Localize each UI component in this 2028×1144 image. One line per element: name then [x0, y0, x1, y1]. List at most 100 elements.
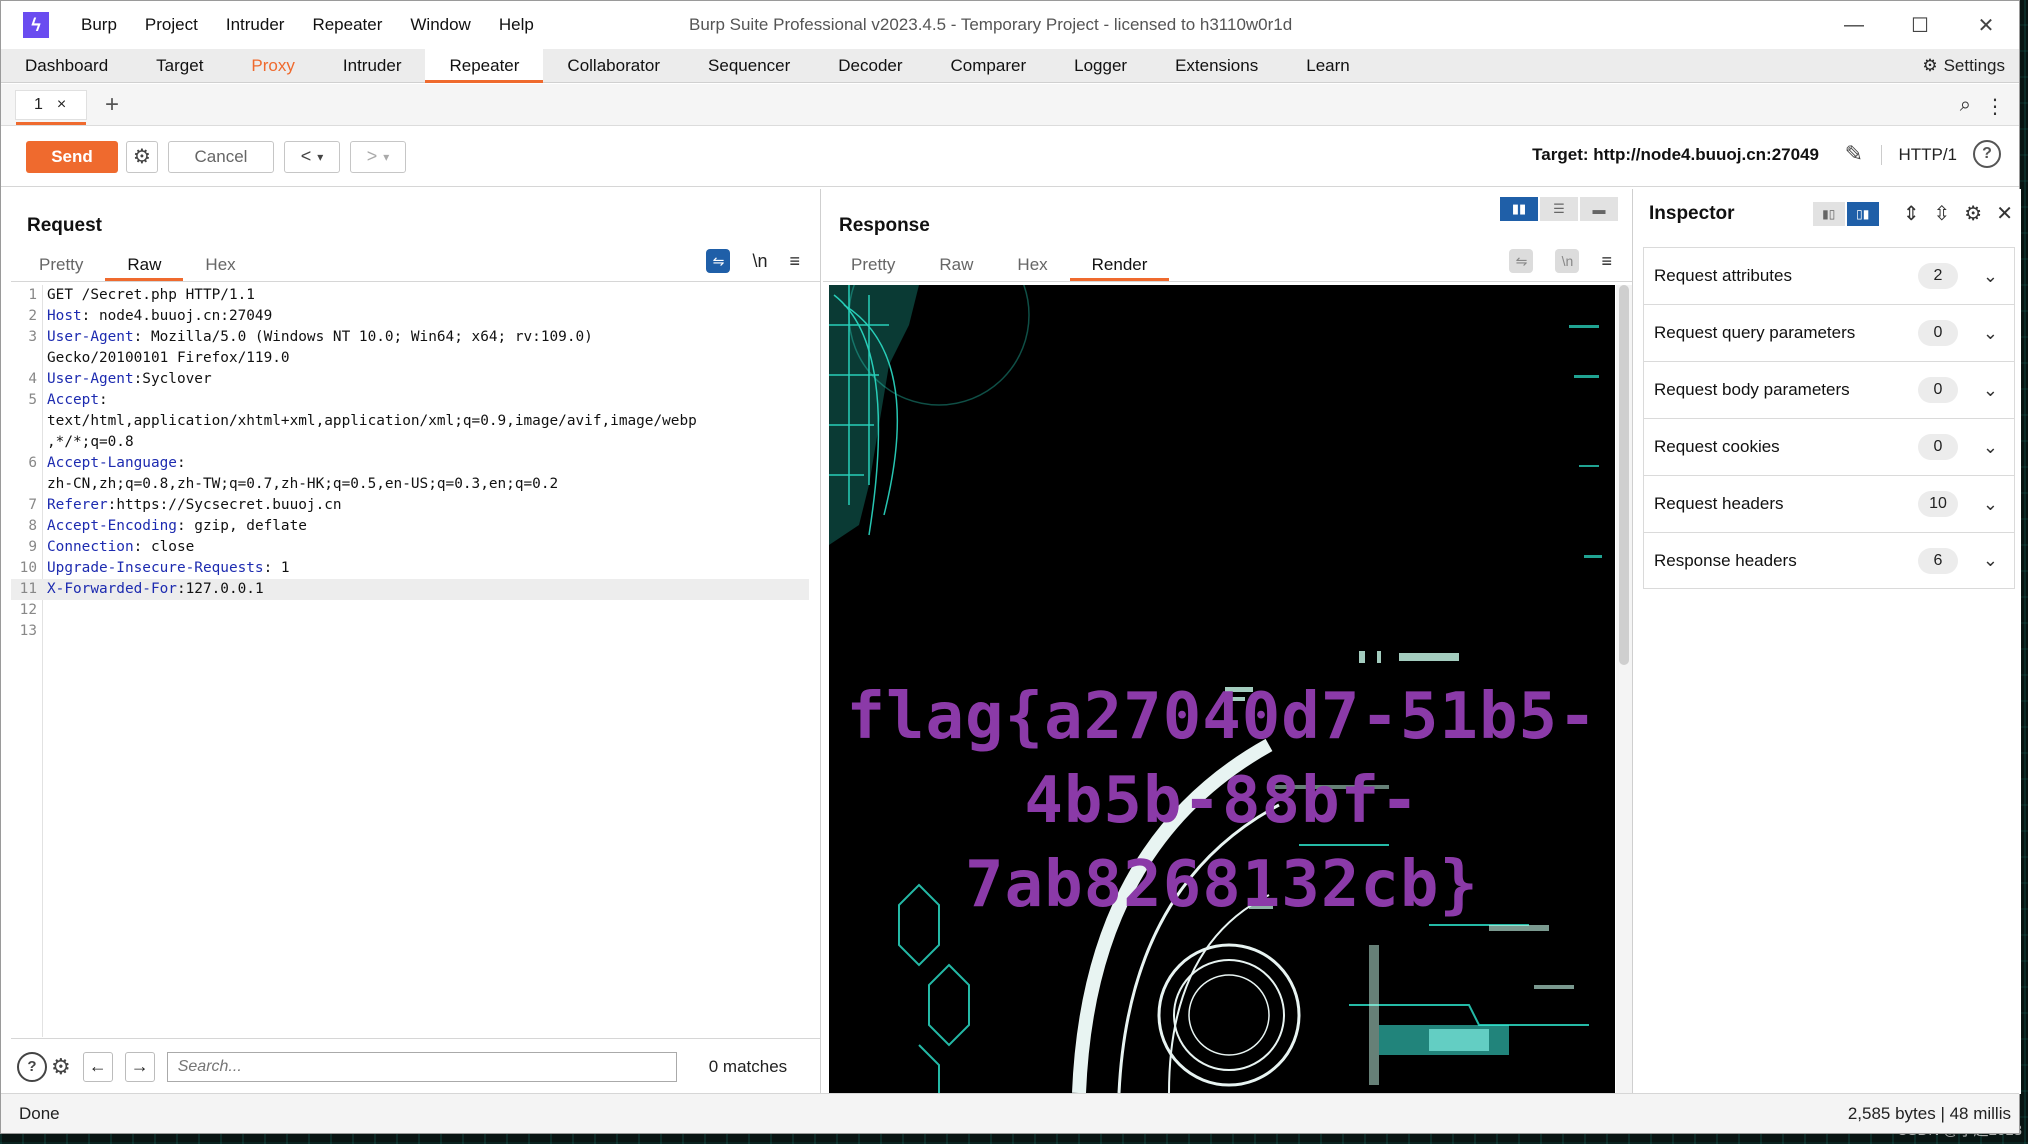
request-line[interactable]: 5 Accept: — [11, 390, 813, 411]
inspector-row-request-headers[interactable]: Request headers 10 ⌄ — [1643, 475, 2015, 532]
request-tab-hex[interactable]: Hex — [183, 251, 257, 279]
tab-sequencer[interactable]: Sequencer — [684, 49, 814, 82]
request-line[interactable]: 4 User-Agent:Syclover — [11, 369, 813, 390]
request-line[interactable]: 11 X-Forwarded-For:127.0.0.1 — [11, 579, 809, 600]
request-line[interactable]: text/html,application/xhtml+xml,applicat… — [11, 411, 813, 432]
line-content: ,*/*;q=0.8 — [47, 432, 134, 453]
help-icon[interactable]: ? — [17, 1051, 47, 1082]
request-title: Request — [27, 215, 102, 236]
inspector-row-query-parameters[interactable]: Request query parameters 0 ⌄ — [1643, 304, 2015, 361]
chevron-down-icon[interactable]: ⌄ — [1983, 550, 1998, 571]
search-icon[interactable]: ⌕ — [1960, 94, 1971, 119]
tab-proxy[interactable]: Proxy — [227, 49, 318, 82]
close-icon[interactable]: ✕ — [1996, 201, 2013, 226]
layout-stacked-icon[interactable]: ☰ — [1540, 197, 1578, 221]
back-button[interactable]: < ▾ — [284, 140, 340, 173]
minimize-button[interactable]: — — [1821, 1, 1887, 49]
request-line[interactable]: 3 User-Agent: Mozilla/5.0 (Windows NT 10.… — [11, 327, 813, 348]
response-scrollbar[interactable] — [1616, 285, 1632, 1093]
gear-icon[interactable]: ⚙ — [51, 1054, 71, 1080]
request-line[interactable]: 7 Referer:https://Sycsecret.buuoj.cn — [11, 495, 813, 516]
chevron-down-icon[interactable]: ⌄ — [1983, 380, 1998, 401]
request-tab-pretty[interactable]: Pretty — [17, 251, 105, 279]
burp-window: ϟ Burp Project Intruder Repeater Window … — [0, 0, 2021, 1134]
response-tab-pretty[interactable]: Pretty — [829, 251, 917, 279]
menu-burp[interactable]: Burp — [67, 15, 131, 35]
close-button[interactable]: ✕ — [1953, 1, 2019, 49]
more-options-icon[interactable]: ⋮ — [1985, 94, 2005, 119]
tab-target[interactable]: Target — [132, 49, 227, 82]
inspector-row-cookies[interactable]: Request cookies 0 ⌄ — [1643, 418, 2015, 475]
response-tab-render[interactable]: Render — [1069, 251, 1170, 281]
inspector-row-response-headers[interactable]: Response headers 6 ⌄ — [1643, 532, 2015, 589]
collapse-all-icon[interactable]: ⇳ — [1934, 201, 1951, 226]
request-line[interactable]: ,*/*;q=0.8 — [11, 432, 813, 453]
response-tab-hex[interactable]: Hex — [995, 251, 1069, 279]
tab-decoder[interactable]: Decoder — [814, 49, 926, 82]
header-name: Upgrade-Insecure-Requests — [47, 560, 264, 576]
help-icon[interactable]: ? — [1973, 140, 2001, 168]
http-version[interactable]: HTTP/1 — [1881, 145, 1957, 165]
layout-side-by-side-icon[interactable]: ▮▮ — [1500, 197, 1538, 221]
tab-dashboard[interactable]: Dashboard — [1, 49, 132, 82]
send-button[interactable]: Send — [26, 140, 118, 173]
next-match-button[interactable]: → — [124, 1051, 155, 1082]
layout-tabs-icon[interactable]: ▬ — [1580, 197, 1618, 221]
request-line[interactable]: Gecko/20100101 Firefox/119.0 — [11, 348, 813, 369]
menu-window[interactable]: Window — [396, 15, 484, 35]
scrollbar-thumb[interactable] — [1619, 285, 1629, 665]
line-content: Host: node4.buuoj.cn:27049 — [47, 306, 272, 327]
send-settings-button[interactable]: ⚙ — [126, 140, 158, 173]
layout-left-icon[interactable]: ▮▯ — [1812, 201, 1845, 226]
previous-match-button[interactable]: ← — [82, 1051, 113, 1082]
request-line[interactable]: 2 Host: node4.buuoj.cn:27049 — [11, 306, 813, 327]
tab-learn[interactable]: Learn — [1282, 49, 1373, 82]
wrap-lines-icon[interactable]: ⇋ — [706, 249, 731, 273]
inspector-row-request-attributes[interactable]: Request attributes 2 ⌄ — [1643, 247, 2015, 304]
menu-help[interactable]: Help — [485, 15, 548, 35]
settings-button[interactable]: ⚙ Settings — [1922, 49, 2005, 83]
add-tab-button[interactable]: + — [105, 91, 119, 119]
tab-repeater[interactable]: Repeater — [425, 49, 544, 83]
request-line[interactable]: 1 GET /Secret.php HTTP/1.1 — [11, 285, 813, 306]
repeater-tab-1[interactable]: 1 × — [15, 89, 87, 125]
tab-extensions[interactable]: Extensions — [1151, 49, 1282, 82]
request-editor[interactable]: 1 GET /Secret.php HTTP/1.1 2 Host: node4.bu… — [11, 285, 813, 1037]
menu-icon[interactable]: ≡ — [789, 251, 800, 272]
menu-repeater[interactable]: Repeater — [298, 15, 396, 35]
chevron-down-icon[interactable]: ⌄ — [1983, 266, 1998, 287]
menu-intruder[interactable]: Intruder — [212, 15, 299, 35]
tab-intruder[interactable]: Intruder — [319, 49, 426, 82]
layout-right-icon[interactable]: ▯▮ — [1846, 201, 1879, 226]
request-line[interactable]: 10 Upgrade-Insecure-Requests: 1 — [11, 558, 813, 579]
forward-button[interactable]: > ▾ — [350, 140, 406, 173]
close-tab-icon[interactable]: × — [57, 96, 66, 114]
request-line[interactable]: 8 Accept-Encoding: gzip, deflate — [11, 516, 813, 537]
tab-collaborator[interactable]: Collaborator — [543, 49, 684, 82]
search-input[interactable] — [166, 1051, 677, 1082]
inspector-row-body-parameters[interactable]: Request body parameters 0 ⌄ — [1643, 361, 2015, 418]
request-tab-raw[interactable]: Raw — [105, 251, 184, 281]
header-name: Accept — [47, 392, 99, 408]
tab-comparer[interactable]: Comparer — [927, 49, 1051, 82]
chevron-down-icon[interactable]: ⌄ — [1983, 323, 1998, 344]
expand-all-icon[interactable]: ⇕ — [1903, 201, 1920, 226]
maximize-button[interactable]: ☐ — [1887, 1, 1953, 49]
header-name: X-Forwarded-For — [47, 581, 177, 597]
tab-logger[interactable]: Logger — [1050, 49, 1151, 82]
chevron-down-icon[interactable]: ⌄ — [1983, 437, 1998, 458]
request-line[interactable]: 6 Accept-Language: — [11, 453, 813, 474]
response-tab-raw[interactable]: Raw — [917, 251, 995, 279]
chevron-down-icon[interactable]: ⌄ — [1983, 494, 1998, 515]
cancel-button[interactable]: Cancel — [168, 140, 274, 173]
menu-project[interactable]: Project — [131, 15, 212, 35]
request-line[interactable]: 9 Connection: close — [11, 537, 813, 558]
gear-icon: ⚙ — [133, 146, 151, 168]
newline-toggle[interactable]: \n — [752, 251, 767, 272]
menu-icon[interactable]: ≡ — [1601, 251, 1612, 272]
request-line[interactable]: zh-CN,zh;q=0.8,zh-TW;q=0.7,zh-HK;q=0.5,e… — [11, 474, 813, 495]
gear-icon[interactable]: ⚙ — [1964, 201, 1982, 226]
request-line[interactable]: 12 — [11, 600, 813, 621]
request-line[interactable]: 13 — [11, 621, 813, 642]
edit-target-icon[interactable]: ✎ — [1845, 141, 1863, 167]
